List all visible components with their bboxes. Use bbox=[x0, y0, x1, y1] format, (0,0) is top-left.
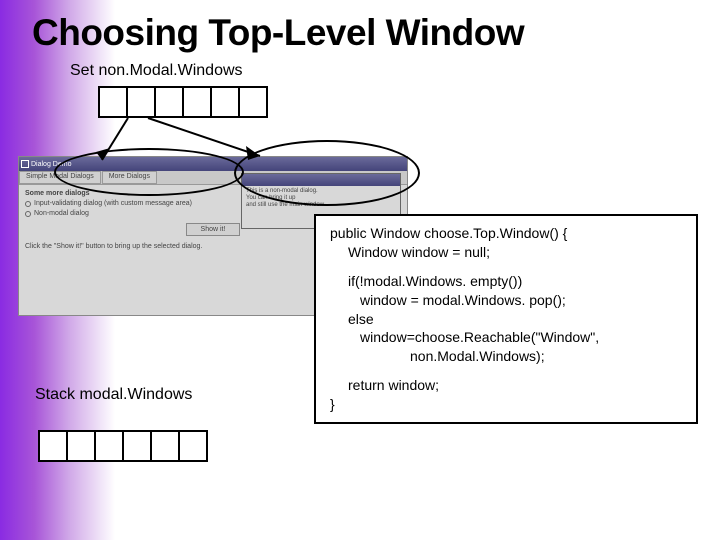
stack-cell bbox=[178, 430, 208, 462]
stack-cell bbox=[150, 430, 180, 462]
code-line: if(!modal.Windows. empty()) bbox=[330, 272, 686, 291]
code-line: } bbox=[330, 395, 686, 414]
slide-title: Choosing Top-Level Window bbox=[32, 12, 524, 54]
stack-cell bbox=[122, 430, 152, 462]
ellipse-annotation bbox=[54, 148, 244, 196]
window-icon bbox=[21, 160, 29, 168]
stack-cell bbox=[66, 430, 96, 462]
code-line: return window; bbox=[330, 376, 686, 395]
radio-icon bbox=[25, 201, 31, 207]
code-line: non.Modal.Windows); bbox=[330, 347, 686, 366]
show-it-button: Show it! bbox=[186, 223, 241, 236]
code-snippet: public Window choose.Top.Window() { Wind… bbox=[314, 214, 698, 424]
code-line: public Window choose.Top.Window() { bbox=[330, 224, 686, 243]
radio-label-1: Input-validating dialog (with custom mes… bbox=[34, 199, 192, 208]
radio-label-2: Non-modal dialog bbox=[34, 209, 89, 218]
stack-label: Stack modal.Windows bbox=[35, 386, 192, 404]
code-line: else bbox=[330, 310, 686, 329]
code-line: window=choose.Reachable("Window", bbox=[330, 328, 686, 347]
stack-cell bbox=[94, 430, 124, 462]
code-line: Window window = null; bbox=[330, 243, 686, 262]
set-label: Set non.Modal.Windows bbox=[70, 62, 243, 80]
stack-boxes bbox=[38, 430, 208, 462]
stack-cell bbox=[38, 430, 68, 462]
code-line: window = modal.Windows. pop(); bbox=[330, 291, 686, 310]
ellipse-annotation bbox=[234, 140, 420, 206]
radio-icon bbox=[25, 211, 31, 217]
